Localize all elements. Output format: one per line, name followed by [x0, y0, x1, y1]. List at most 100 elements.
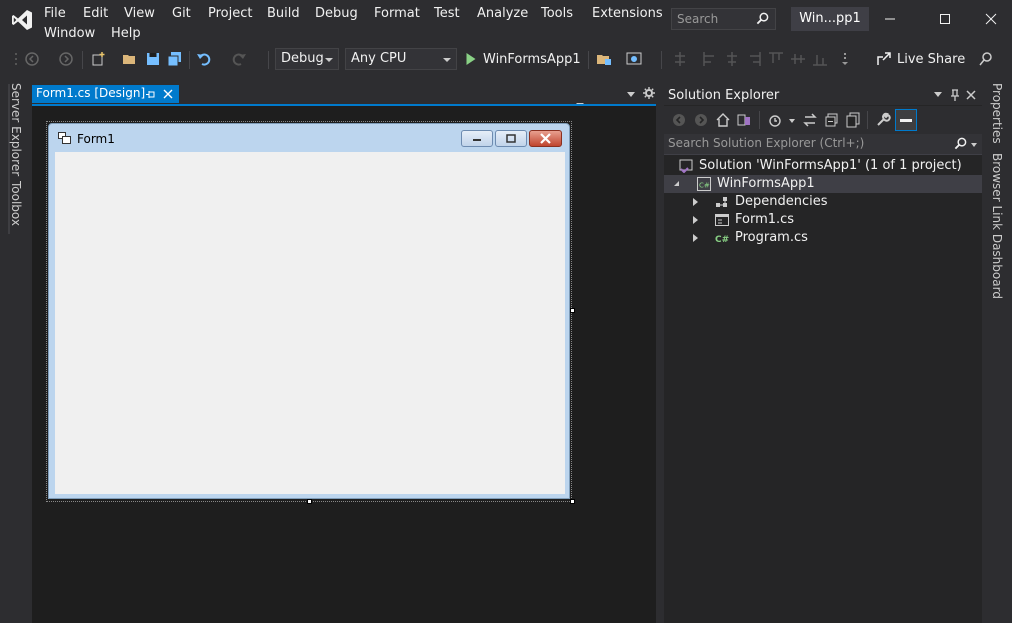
tree-item-solution[interactable]: Solution 'WinFormsApp1' (1 of 1 project) — [664, 157, 982, 175]
resize-handle-bottom[interactable] — [307, 499, 312, 504]
solution-platform-select[interactable]: Any CPU — [345, 48, 457, 70]
panel-splitter[interactable] — [656, 85, 664, 623]
solution-name-badge: Win...pp1 — [791, 7, 869, 31]
properties-tab[interactable]: Properties — [990, 83, 1004, 144]
open-folder-icon[interactable] — [122, 51, 138, 67]
toolbox-tab[interactable]: Toolbox — [9, 181, 23, 226]
window-position-dropdown-icon[interactable] — [934, 92, 942, 97]
align-tops-icon[interactable] — [768, 51, 784, 67]
properties-wrench-icon[interactable] — [875, 112, 891, 128]
menu-git[interactable]: Git — [172, 6, 191, 22]
solution-explorer-search-input[interactable]: Search Solution Explorer (Ctrl+;) — [664, 134, 982, 155]
menu-help[interactable]: Help — [111, 26, 141, 42]
menu-analyze[interactable]: Analyze — [477, 6, 528, 22]
tree-item-project[interactable]: C# WinFormsApp1 — [664, 175, 982, 193]
tab-list-dropdown-icon[interactable] — [627, 92, 635, 97]
menu-extensions[interactable]: Extensions — [592, 6, 663, 22]
redo-icon[interactable] — [231, 51, 247, 67]
toolbar-overflow-icon[interactable] — [838, 51, 854, 67]
start-debugging-icon[interactable] — [464, 52, 477, 66]
search-placeholder: Search — [677, 12, 719, 26]
menu-debug[interactable]: Debug — [315, 6, 358, 22]
show-all-files-icon[interactable] — [845, 112, 861, 128]
new-project-icon[interactable] — [90, 51, 106, 67]
search-icon — [756, 12, 769, 25]
menu-tools[interactable]: Tools — [541, 6, 573, 22]
solution-explorer-search-placeholder: Search Solution Explorer (Ctrl+;) — [668, 136, 865, 150]
collapse-all-icon[interactable] — [824, 112, 840, 128]
undo-icon[interactable] — [196, 51, 212, 67]
menu-test[interactable]: Test — [434, 6, 460, 22]
tab-close-icon[interactable] — [163, 89, 173, 99]
settings-gear-icon[interactable] — [643, 87, 655, 99]
browser-link-icon[interactable] — [626, 51, 642, 67]
form-file-icon — [715, 214, 729, 226]
align-rights-icon[interactable] — [746, 51, 762, 67]
visual-studio-logo-icon — [12, 10, 32, 30]
pin-icon[interactable] — [145, 89, 156, 100]
live-share-button[interactable]: Live Share — [897, 52, 965, 68]
save-all-icon[interactable] — [167, 51, 183, 67]
align-lefts-icon[interactable] — [702, 51, 718, 67]
search-input[interactable]: Search — [671, 8, 776, 30]
preview-selected-items-icon — [900, 119, 912, 122]
se-search-icon — [954, 137, 967, 150]
navigate-forward-icon[interactable] — [58, 51, 74, 67]
auto-hide-pin-icon[interactable] — [950, 89, 960, 101]
solution-label: Solution 'WinFormsApp1' (1 of 1 project) — [699, 158, 962, 173]
feedback-icon[interactable] — [978, 51, 994, 67]
dependencies-icon — [716, 197, 727, 207]
tree-item-dependencies[interactable]: Dependencies — [664, 193, 982, 211]
server-explorer-tab[interactable]: Server Explorer — [9, 83, 23, 176]
menu-project[interactable]: Project — [208, 6, 252, 22]
tab-form1-design-label: Form1.cs [Design] — [36, 86, 146, 100]
sync-with-active-document-icon[interactable] — [802, 112, 818, 128]
left-tool-strip: Server Explorer Toolbox — [0, 75, 32, 623]
maximize-icon[interactable] — [931, 8, 959, 30]
browser-link-dashboard-tab[interactable]: Browser Link Dashboard — [990, 153, 1004, 299]
open-in-file-explorer-icon[interactable] — [596, 51, 612, 67]
align-middles-icon[interactable] — [790, 51, 806, 67]
form-close-button[interactable] — [529, 130, 562, 147]
resize-handle-corner[interactable] — [570, 499, 575, 504]
live-share-icon[interactable] — [876, 51, 892, 67]
switch-views-icon[interactable] — [736, 112, 752, 128]
solution-configuration-value: Debug — [281, 51, 324, 66]
align-centers-icon[interactable] — [724, 51, 740, 67]
menu-view[interactable]: View — [124, 6, 155, 22]
tab-form1-design[interactable]: Form1.cs [Design] — [32, 85, 179, 103]
align-to-grid-icon[interactable] — [672, 51, 688, 67]
menu-window[interactable]: Window — [44, 26, 95, 42]
panel-close-icon[interactable] — [966, 90, 976, 100]
menu-edit[interactable]: Edit — [83, 6, 108, 22]
menu-file[interactable]: File — [44, 6, 66, 22]
pending-changes-filter-icon[interactable] — [768, 112, 784, 128]
dependencies-expand-toggle[interactable] — [693, 198, 698, 206]
start-button[interactable]: WinFormsApp1 — [483, 52, 581, 68]
menu-format[interactable]: Format — [374, 6, 420, 22]
form-maximize-button[interactable] — [495, 130, 527, 147]
navigate-back-icon[interactable] — [24, 51, 40, 67]
tree-item-program[interactable]: C# Program.cs — [664, 229, 982, 247]
project-expand-toggle[interactable] — [674, 181, 679, 186]
search-options-dropdown-icon[interactable] — [971, 143, 977, 147]
filter-dropdown-icon[interactable] — [789, 119, 795, 123]
program-expand-toggle[interactable] — [693, 234, 698, 242]
preview-selected-items-button[interactable] — [895, 109, 917, 131]
form1-expand-toggle[interactable] — [693, 216, 698, 224]
home-icon[interactable] — [715, 112, 731, 128]
resize-handle-right[interactable] — [570, 308, 575, 313]
tree-item-form1[interactable]: Form1.cs — [664, 211, 982, 229]
close-icon[interactable] — [977, 8, 1005, 30]
solution-configuration-select[interactable]: Debug — [275, 48, 339, 70]
se-forward-icon[interactable] — [694, 113, 708, 127]
align-bottoms-icon[interactable] — [812, 51, 828, 67]
se-back-icon[interactable] — [672, 113, 686, 127]
solution-platform-value: Any CPU — [351, 51, 407, 66]
menu-build[interactable]: Build — [267, 6, 300, 22]
minimize-icon[interactable] — [876, 8, 904, 30]
form-minimize-button[interactable] — [461, 130, 493, 147]
form1-client-area[interactable] — [55, 152, 565, 494]
form1-window[interactable]: Form1 — [48, 123, 570, 499]
save-icon[interactable] — [145, 51, 161, 67]
